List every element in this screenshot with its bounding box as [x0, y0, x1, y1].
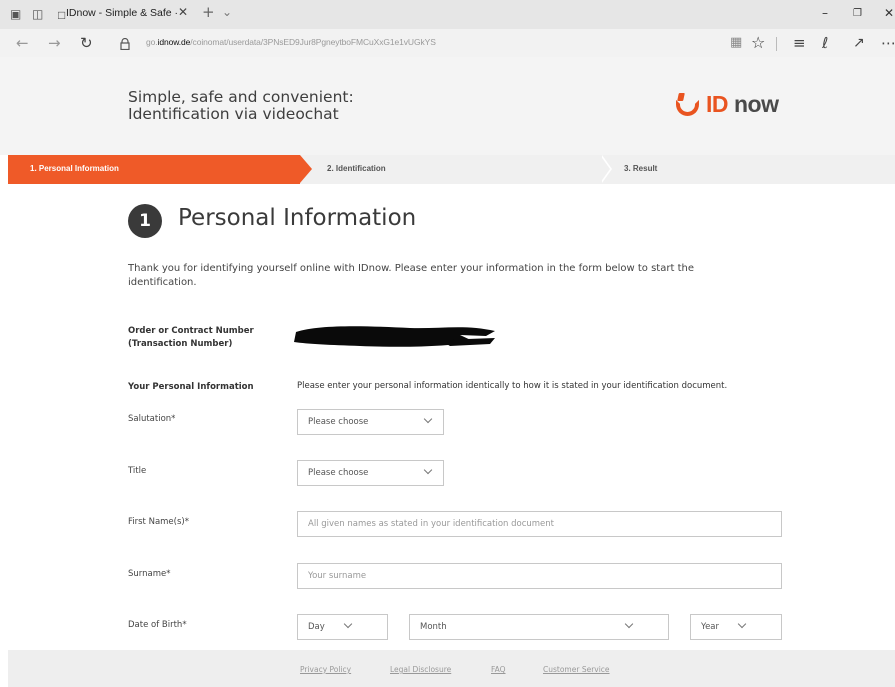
chevron-down-icon [343, 619, 353, 629]
close-tab-icon[interactable]: ✕ [178, 5, 188, 19]
toolbar-divider [776, 37, 777, 51]
dob-year-value: Year [701, 622, 719, 632]
privacy-policy-link[interactable]: Privacy Policy [300, 665, 351, 674]
chevron-down-icon [423, 414, 433, 424]
logo-mark-icon [676, 93, 701, 117]
url-field[interactable]: go.idnow.de/coinomat/userdata/3PNsED9Jur… [146, 37, 436, 47]
dob-day-select[interactable]: Day [297, 614, 388, 640]
share-icon[interactable]: ↗ [853, 34, 865, 52]
order-number-label: Order or Contract Number (Transaction Nu… [128, 326, 254, 349]
salutation-value: Please choose [308, 417, 369, 427]
more-icon[interactable]: ⋯ [881, 34, 895, 52]
page-header: Simple, safe and convenient: Identificat… [0, 57, 895, 155]
page-icon: □ [58, 8, 66, 22]
tab-preview-icon[interactable]: ▣ [10, 6, 21, 22]
personal-info-label: Your Personal Information [128, 382, 254, 392]
dob-year-select[interactable]: Year [690, 614, 782, 640]
browser-tab-bar: ▣ ◫ □ IDnow - Simple & Safe · ✕ + ⌄ – ❐ … [0, 0, 895, 29]
dob-month-select[interactable]: Month [409, 614, 669, 640]
chevron-down-icon [423, 465, 433, 475]
title-select[interactable]: Please choose [297, 460, 444, 486]
page-footer: Privacy Policy Legal Disclosure FAQ Cust… [8, 650, 895, 687]
redacted-transaction-number [290, 322, 500, 352]
surname-input[interactable]: Your surname [297, 563, 782, 589]
first-names-input[interactable]: All given names as stated in your identi… [297, 511, 782, 537]
favorite-star-icon[interactable]: ☆ [751, 34, 765, 52]
progress-steps: 1. Personal Information 2. Identificatio… [8, 155, 895, 184]
chevron-down-icon [737, 619, 747, 629]
step-2-identification: 2. Identification [327, 164, 386, 173]
forward-icon[interactable]: → [48, 34, 61, 52]
new-tab-icon[interactable]: + [202, 4, 215, 20]
restore-icon[interactable]: ❐ [853, 8, 862, 19]
customer-service-link[interactable]: Customer Service [543, 665, 610, 674]
reading-view-icon[interactable]: ▦ [730, 34, 742, 52]
hub-icon[interactable]: ≡ [793, 34, 806, 52]
refresh-icon[interactable]: ↻ [80, 34, 93, 52]
tab-list-icon[interactable]: ⌄ [222, 4, 232, 20]
chevron-down-icon [624, 619, 634, 629]
first-names-label: First Name(s)* [128, 517, 189, 527]
logo-text-id: ID [706, 91, 729, 117]
web-note-icon[interactable]: ℓ [822, 34, 828, 52]
logo-text-now: now [734, 91, 779, 117]
back-icon[interactable]: ← [16, 34, 29, 52]
close-window-icon[interactable]: ✕ [884, 6, 894, 20]
dob-day-value: Day [308, 622, 325, 632]
personal-info-hint: Please enter your personal information i… [297, 381, 728, 391]
salutation-select[interactable]: Please choose [297, 409, 444, 435]
salutation-label: Salutation* [128, 414, 176, 424]
title-label: Title [128, 466, 147, 476]
first-names-placeholder: All given names as stated in your identi… [308, 519, 554, 529]
intro-text: Thank you for identifying yourself onlin… [128, 263, 694, 288]
surname-label: Surname* [128, 569, 171, 579]
step-number-badge: 1 [128, 204, 162, 238]
lock-icon [120, 37, 130, 51]
address-bar: ← → ↻ go.idnow.de/coinomat/userdata/3PNs… [0, 29, 895, 57]
headline-line-1: Simple, safe and convenient: [128, 88, 354, 106]
step-divider-inner [600, 155, 610, 183]
faq-link[interactable]: FAQ [491, 665, 506, 674]
legal-disclosure-link[interactable]: Legal Disclosure [390, 665, 451, 674]
minimize-icon[interactable]: – [822, 6, 828, 20]
step-1-arrow [300, 155, 312, 183]
step-3-result: 3. Result [624, 164, 658, 173]
dob-label: Date of Birth* [128, 620, 187, 630]
dob-month-value: Month [420, 622, 447, 632]
surname-placeholder: Your surname [308, 571, 367, 581]
step-1-personal-information: 1. Personal Information [30, 164, 119, 173]
headline-line-2: Identification via videochat [128, 105, 339, 123]
title-value: Please choose [308, 468, 369, 478]
set-aside-tabs-icon[interactable]: ◫ [32, 6, 43, 22]
tab-title: IDnow - Simple & Safe · [66, 7, 179, 19]
page-headline: Simple, safe and convenient: Identificat… [128, 89, 354, 123]
section-title: Personal Information [178, 205, 417, 231]
